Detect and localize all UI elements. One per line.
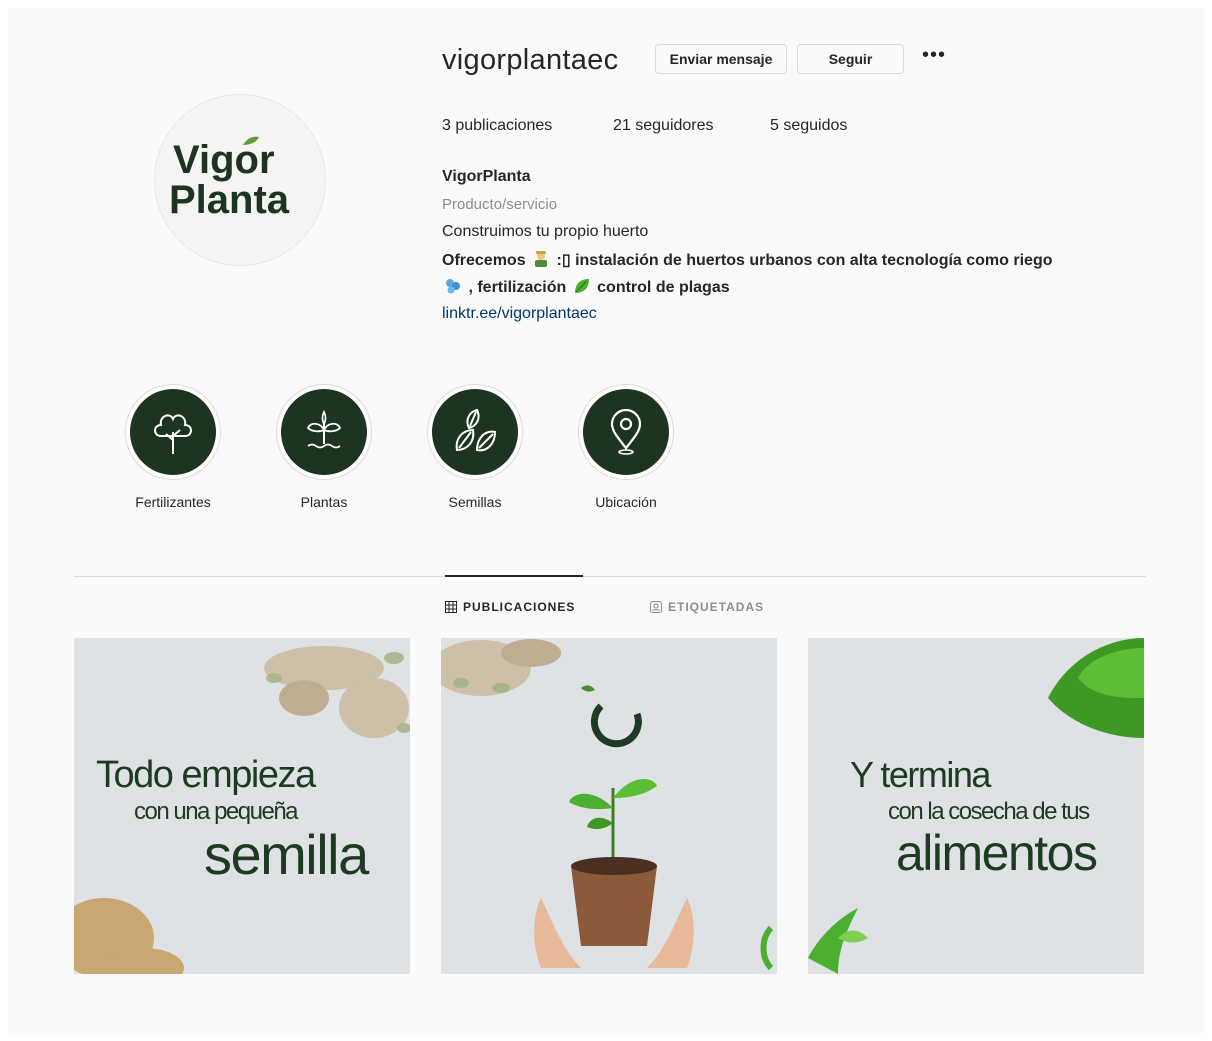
post-thumbnail[interactable]: Todo empieza con una pequeña semilla bbox=[74, 638, 410, 974]
profile-page: Vigor Planta vigorplantaec Enviar mensaj… bbox=[8, 8, 1204, 1033]
post-keyword: alimentos bbox=[896, 825, 1098, 881]
post-headline: Y termina bbox=[850, 754, 991, 795]
highlight-fertilizantes[interactable]: Fertilizantes bbox=[113, 384, 233, 510]
tagged-user-icon bbox=[650, 601, 662, 613]
post-headline: Todo empieza bbox=[96, 754, 316, 796]
follow-button[interactable]: Seguir bbox=[797, 44, 904, 74]
post-thumbnail[interactable]: Y termina con la cosecha de tus alimento… bbox=[808, 638, 1144, 974]
avatar-logo-line1: Vigor bbox=[173, 138, 275, 182]
bio-category: Producto/servicio bbox=[442, 196, 558, 213]
tab-etiquetadas[interactable]: ETIQUETADAS bbox=[650, 600, 764, 614]
tab-publicaciones[interactable]: PUBLICACIONES bbox=[445, 600, 575, 614]
highlight-label: Fertilizantes bbox=[135, 494, 211, 510]
more-options-icon[interactable]: ••• bbox=[922, 45, 954, 70]
sprout-icon bbox=[306, 409, 342, 449]
highlight-label: Ubicación bbox=[595, 494, 657, 510]
posts-count: 3 publicaciones bbox=[442, 117, 553, 134]
avatar-logo-line2: Planta bbox=[169, 178, 290, 222]
highlight-label: Semillas bbox=[448, 494, 502, 510]
plant-in-pot-image bbox=[441, 639, 774, 971]
send-message-button[interactable]: Enviar mensaje bbox=[655, 44, 787, 74]
active-tab-indicator bbox=[445, 575, 583, 577]
highlight-semillas[interactable]: Semillas bbox=[415, 384, 535, 510]
tree-icon bbox=[154, 414, 192, 454]
highlight-plantas[interactable]: Plantas bbox=[264, 384, 384, 510]
highlight-ubicacion[interactable]: Ubicación bbox=[566, 384, 686, 510]
vigorplanta-logo: Vigor Planta bbox=[169, 136, 290, 222]
bio-description-line2: , fertilización control de plagas bbox=[442, 277, 730, 297]
bio-link[interactable]: linktr.ee/vigorplantaec bbox=[442, 305, 597, 323]
location-pin-icon bbox=[610, 408, 642, 455]
grid-icon bbox=[445, 601, 457, 613]
bio-pest-control-text: control de plagas bbox=[597, 279, 730, 296]
post-thumbnail[interactable] bbox=[441, 638, 777, 974]
profile-username: vigorplantaec bbox=[442, 44, 619, 76]
tabs-divider bbox=[74, 576, 1146, 577]
bio-tagline: Construimos tu propio huerto bbox=[442, 223, 649, 240]
leaf-emoji-icon bbox=[574, 279, 589, 293]
followers-count[interactable]: 21 seguidores bbox=[613, 117, 714, 135]
bio-offer-label: Ofrecemos bbox=[442, 252, 526, 269]
droplets-emoji-icon bbox=[446, 279, 460, 294]
post-subline: con la cosecha de tus bbox=[888, 798, 1090, 825]
farmer-emoji-icon bbox=[535, 251, 548, 267]
tab-label: ETIQUETADAS bbox=[668, 600, 765, 614]
bio-name: VigorPlanta bbox=[442, 168, 531, 185]
highlight-label: Plantas bbox=[300, 494, 348, 510]
leaves-icon bbox=[455, 408, 497, 452]
bio-fertilization-text: , fertilización bbox=[468, 279, 567, 296]
post-keyword: semilla bbox=[204, 823, 369, 886]
tab-label: PUBLICACIONES bbox=[463, 600, 576, 614]
bio-offer-text: :▯ instalación de huertos urbanos con al… bbox=[556, 252, 1053, 269]
profile-avatar[interactable]: Vigor Planta bbox=[154, 94, 326, 266]
bio-description-line1: Ofrecemos :▯ instalación de huertos urba… bbox=[442, 250, 1053, 270]
following-count[interactable]: 5 seguidos bbox=[770, 117, 847, 135]
